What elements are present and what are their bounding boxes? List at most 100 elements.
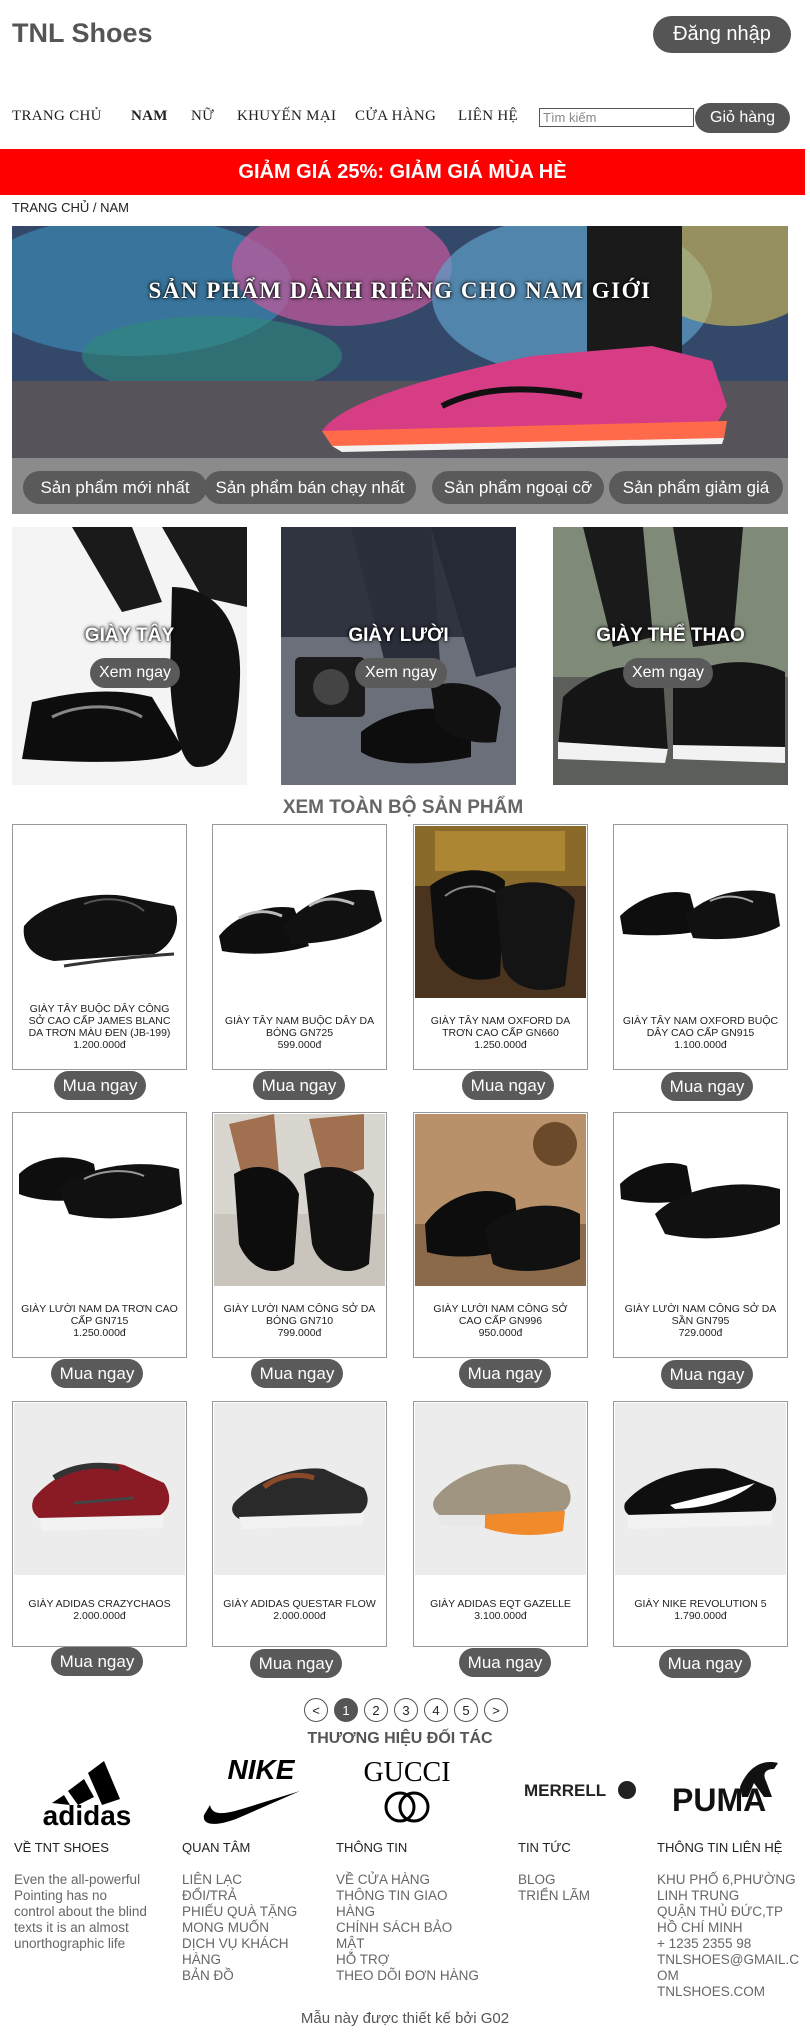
buy-now-button[interactable]: Mua ngay — [661, 1360, 753, 1389]
buy-now-button[interactable]: Mua ngay — [250, 1649, 342, 1678]
merrell-logo[interactable]: MERRELL — [524, 1775, 639, 1805]
footer-link[interactable]: TRIỂN LÃM — [518, 1888, 590, 1904]
footer-link[interactable]: PHIẾU QUÀ TẶNG — [182, 1904, 297, 1920]
footer-link[interactable]: THEO DÕI ĐƠN HÀNG — [336, 1968, 479, 1984]
product-image — [415, 1114, 586, 1286]
hero-banner: SẢN PHẨM DÀNH RIÊNG CHO NAM GIỚI Sản phẩ… — [12, 226, 788, 514]
product-name-block: GIÀY LƯỜI NAM DA TRƠN CAO CẤP GN715 1.25… — [21, 1303, 178, 1339]
adidas-logo[interactable]: adidas — [32, 1755, 142, 1831]
category-card-sneakers[interactable]: GIÀY THỂ THAO Xem ngay — [553, 527, 788, 785]
category-view-button[interactable]: Xem ngay — [90, 658, 180, 688]
footer-link[interactable]: BLOG — [518, 1872, 590, 1888]
footer-column-contact: KHU PHỐ 6,PHƯỜNG LINH TRUNG QUẬN THỦ ĐỨC… — [657, 1872, 799, 2000]
pagination-next-button[interactable]: > — [484, 1698, 508, 1722]
buy-now-button[interactable]: Mua ngay — [459, 1359, 551, 1388]
footer-link[interactable]: HÀNG — [182, 1952, 297, 1968]
nike-logo[interactable]: NIKE — [196, 1753, 301, 1828]
footer-link[interactable]: HÀNG — [336, 1904, 479, 1920]
footer-link[interactable]: ĐỔI/TRẢ — [182, 1888, 297, 1904]
product-name-block: GIÀY TÂY NAM OXFORD BUỘC DÂY CAO CẤP GN9… — [622, 1015, 779, 1051]
footer-link[interactable]: DỊCH VỤ KHÁCH — [182, 1936, 297, 1952]
product-price: 2.000.000đ — [273, 1610, 326, 1622]
product-card[interactable]: GIÀY ADIDAS CRAZYCHAOS 2.000.000đ — [12, 1401, 187, 1647]
product-card[interactable]: GIÀY LƯỜI NAM CÔNG SỞ DA SẦN GN795 729.0… — [613, 1112, 788, 1358]
buy-now-button[interactable]: Mua ngay — [462, 1071, 554, 1100]
footer-phone[interactable]: + 1235 2355 98 — [657, 1936, 799, 1952]
footer-link[interactable]: BẢN ĐỒ — [182, 1968, 297, 1984]
pagination-prev-button[interactable]: < — [304, 1698, 328, 1722]
puma-logo[interactable]: PUMA — [670, 1757, 782, 1818]
product-image — [214, 826, 385, 998]
nav-item-promotions[interactable]: KHUYẾN MẠI — [237, 108, 336, 125]
cart-button[interactable]: Giỏ hàng — [695, 103, 790, 133]
login-button[interactable]: Đăng nhập — [653, 16, 791, 53]
footer-email[interactable]: OM — [657, 1968, 799, 1984]
buy-now-button[interactable]: Mua ngay — [51, 1647, 143, 1676]
pagination-page-1[interactable]: 1 — [334, 1698, 358, 1722]
buy-now-button[interactable]: Mua ngay — [459, 1648, 551, 1677]
product-card[interactable]: GIÀY ADIDAS EQT GAZELLE 3.100.000đ — [413, 1401, 588, 1647]
footer-link[interactable]: MẬT — [336, 1936, 479, 1952]
filter-best-selling[interactable]: Sản phẩm bán chạy nhất — [204, 471, 416, 504]
site-title[interactable]: TNL Shoes — [12, 18, 153, 49]
footer-credit: Mẫu này được thiết kế bởi G02 — [300, 2010, 510, 2027]
partners-title: THƯƠNG HIỆU ĐỐI TÁC — [307, 1730, 493, 1747]
nav-item-women[interactable]: NỮ — [191, 108, 214, 125]
category-view-button[interactable]: Xem ngay — [355, 658, 447, 688]
pagination-page-2[interactable]: 2 — [364, 1698, 388, 1722]
product-card[interactable]: GIÀY LƯỜI NAM CÔNG SỞ DA BÓNG GN710 799.… — [212, 1112, 387, 1358]
buy-now-button[interactable]: Mua ngay — [253, 1071, 345, 1100]
buy-now-button[interactable]: Mua ngay — [54, 1071, 146, 1100]
product-card[interactable]: GIÀY NIKE REVOLUTION 5 1.790.000đ — [613, 1401, 788, 1647]
filter-oversize[interactable]: Sản phẩm ngoại cỡ — [432, 471, 604, 504]
footer-link[interactable]: CHÍNH SÁCH BẢO — [336, 1920, 479, 1936]
gucci-logo[interactable]: GUCCI — [352, 1755, 462, 1830]
buy-now-button[interactable]: Mua ngay — [659, 1649, 751, 1678]
footer-link[interactable]: LIÊN LẠC — [182, 1872, 297, 1888]
category-card-loafers[interactable]: GIÀY LƯỜI Xem ngay — [281, 527, 516, 785]
product-card[interactable]: GIÀY LƯỜI NAM DA TRƠN CAO CẤP GN715 1.25… — [12, 1112, 187, 1358]
product-card[interactable]: GIÀY TÂY NAM OXFORD DA TRƠN CAO CẤP GN66… — [413, 824, 588, 1070]
nav-item-men[interactable]: NAM — [131, 108, 168, 125]
category-card-dress-shoes[interactable]: GIÀY TÂY Xem ngay — [12, 527, 247, 785]
view-all-products-link[interactable]: XEM TOÀN BỘ SẢN PHẨM — [0, 797, 806, 819]
footer-link[interactable]: VỀ CỬA HÀNG — [336, 1872, 479, 1888]
pagination-page-5[interactable]: 5 — [454, 1698, 478, 1722]
nike-logo-mark: NIKE — [203, 1754, 300, 1824]
breadcrumb: TRANG CHỦ / NAM — [12, 200, 129, 215]
footer-link[interactable]: MONG MUỐN — [182, 1920, 297, 1936]
search-input[interactable] — [539, 108, 694, 127]
nav-item-home[interactable]: TRANG CHỦ — [12, 108, 102, 125]
product-card[interactable]: GIÀY TÂY NAM BUỘC DÂY DA BÓNG GN725 599.… — [212, 824, 387, 1070]
buy-now-button[interactable]: Mua ngay — [661, 1072, 753, 1101]
hero-title: SẢN PHẨM DÀNH RIÊNG CHO NAM GIỚI — [148, 278, 652, 303]
main-nav: TRANG CHỦ NAM NỮ KHUYẾN MẠI CỬA HÀNG LIÊ… — [12, 103, 802, 133]
buy-now-button[interactable]: Mua ngay — [51, 1359, 143, 1388]
product-card[interactable]: GIÀY TÂY NAM OXFORD BUỘC DÂY CAO CẤP GN9… — [613, 824, 788, 1070]
product-card[interactable]: GIÀY TÂY BUỘC DÂY CÔNG SỞ CAO CẤP JAMES … — [12, 824, 187, 1070]
filter-newest[interactable]: Sản phẩm mới nhất — [23, 471, 207, 504]
product-name: GIÀY LƯỜI NAM CÔNG SỞ CAO CẤP GN996 — [433, 1303, 568, 1327]
product-image — [14, 1114, 185, 1286]
product-name-block: GIÀY LƯỜI NAM CÔNG SỞ DA BÓNG GN710 799.… — [221, 1303, 378, 1339]
footer-email[interactable]: TNLSHOES@GMAIL.C — [657, 1952, 799, 1968]
product-card[interactable]: GIÀY LƯỜI NAM CÔNG SỞ CAO CẤP GN996 950.… — [413, 1112, 588, 1358]
footer-text: control about the blind — [14, 1904, 147, 1919]
product-price: 729.000đ — [678, 1327, 723, 1339]
footer-website[interactable]: TNLSHOES.COM — [657, 1984, 799, 2000]
product-card[interactable]: GIÀY ADIDAS QUESTAR FLOW 2.000.000đ — [212, 1401, 387, 1647]
merrell-logo-mark: MERRELL — [524, 1781, 636, 1800]
product-price: 1.250.000đ — [73, 1327, 126, 1339]
pagination-page-3[interactable]: 3 — [394, 1698, 418, 1722]
footer-link[interactable]: HỖ TRỢ — [336, 1952, 479, 1968]
filter-discount[interactable]: Sản phẩm giảm giá — [609, 471, 783, 504]
nav-item-stores[interactable]: CỬA HÀNG — [355, 108, 436, 125]
category-view-button[interactable]: Xem ngay — [623, 658, 713, 688]
footer-title-info: THÔNG TIN — [336, 1840, 408, 1855]
buy-now-button[interactable]: Mua ngay — [251, 1359, 343, 1388]
footer-title-news: TIN TỨC — [518, 1840, 571, 1855]
nav-item-contact[interactable]: LIÊN HỆ — [458, 108, 518, 125]
hero-filter-bar: Sản phẩm mới nhất Sản phẩm bán chạy nhất… — [12, 458, 788, 514]
pagination-page-4[interactable]: 4 — [424, 1698, 448, 1722]
footer-link[interactable]: THÔNG TIN GIAO — [336, 1888, 479, 1904]
